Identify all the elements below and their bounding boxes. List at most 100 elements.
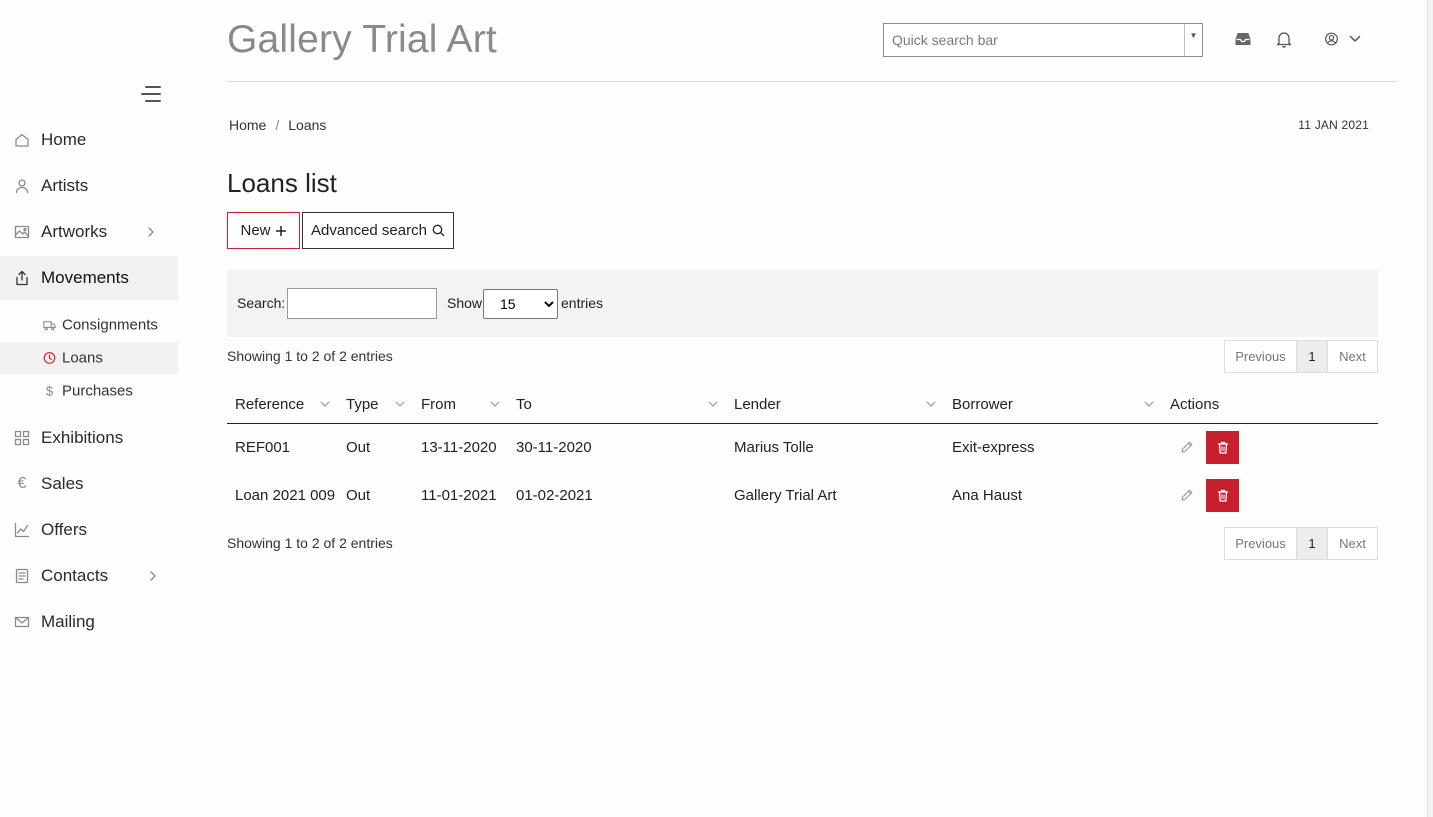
- sidebar-item-offers[interactable]: Offers: [0, 508, 178, 552]
- sidebar-subitem-label: Consignments: [62, 316, 158, 334]
- column-header-reference[interactable]: Reference: [227, 386, 338, 424]
- pencil-icon: [1181, 489, 1193, 501]
- cell-reference: Loan 2021 009: [235, 486, 336, 504]
- sidebar-item-exhibitions[interactable]: Exhibitions: [0, 416, 178, 460]
- sidebar-subitem-label: Loans: [62, 349, 103, 367]
- sidebar-item-home[interactable]: Home: [0, 118, 178, 162]
- column-header-from[interactable]: From: [413, 386, 508, 424]
- dollar-icon: $: [45, 383, 54, 399]
- pagination-page-1[interactable]: 1: [1297, 341, 1328, 372]
- column-header-actions: Actions: [1162, 386, 1378, 424]
- column-header-to[interactable]: To: [508, 386, 726, 424]
- sidebar-item-mailing[interactable]: Mailing: [0, 600, 178, 644]
- sort-chevron-icon: [490, 401, 500, 408]
- sidebar-item-label: Contacts: [41, 566, 109, 585]
- sidebar-item-artists[interactable]: Artists: [0, 164, 178, 208]
- sort-chevron-icon: [1144, 401, 1154, 408]
- sort-chevron-icon: [395, 401, 405, 408]
- table-row: REF001 Out 13-11-2020 30-11-2020 Marius …: [227, 423, 1378, 471]
- breadcrumb-home-link[interactable]: Home: [229, 117, 266, 133]
- sidebar-item-label: Sales: [41, 474, 84, 493]
- cell-to: 30-11-2020: [516, 438, 592, 456]
- advanced-search-label: Advanced search: [311, 222, 427, 239]
- pagination-previous-button[interactable]: Previous: [1225, 341, 1297, 372]
- page-size-select[interactable]: 15: [483, 289, 558, 319]
- search-icon: [432, 224, 445, 237]
- pencil-icon: [1181, 441, 1193, 453]
- pagination-next-button[interactable]: Next: [1328, 528, 1377, 559]
- cell-borrower: Ana Haust: [952, 486, 1023, 504]
- page-title: Loans list: [227, 168, 337, 198]
- sort-chevron-icon: [926, 401, 936, 408]
- chevron-down-icon[interactable]: [1349, 30, 1361, 48]
- breadcrumb: Home / Loans: [229, 117, 326, 133]
- sidebar-item-label: Artworks: [41, 222, 108, 241]
- bell-icon[interactable]: [1275, 30, 1293, 48]
- grid-icon: [14, 430, 30, 446]
- pagination-previous-button[interactable]: Previous: [1225, 528, 1297, 559]
- header-divider: [227, 81, 1397, 82]
- column-header-type[interactable]: Type: [338, 386, 413, 424]
- app-title: Gallery Trial Art: [227, 18, 497, 61]
- pagination-bottom: Previous 1 Next: [1224, 527, 1378, 560]
- new-loan-button[interactable]: New: [227, 212, 300, 249]
- trash-icon: [1217, 489, 1228, 502]
- sidebar-item-label: Artists: [41, 176, 89, 195]
- euro-icon: €: [17, 475, 27, 492]
- current-date: 11 JAN 2021: [1298, 118, 1369, 132]
- quick-search-dropdown-icon[interactable]: ▼: [1184, 24, 1202, 56]
- sort-chevron-icon: [320, 401, 330, 408]
- plus-icon: [275, 225, 286, 236]
- delete-button[interactable]: [1206, 478, 1239, 512]
- sidebar-toggle-menu-icon[interactable]: [139, 85, 161, 103]
- sidebar-item-label: Offers: [41, 520, 87, 539]
- cell-lender: Gallery Trial Art: [734, 486, 837, 504]
- sidebar-item-movements[interactable]: Movements: [0, 256, 178, 300]
- page-scrollbar[interactable]: [1427, 0, 1433, 817]
- loans-table: Reference Type From To Lender Borrower A…: [227, 386, 1378, 519]
- sidebar-item-artworks[interactable]: Artworks: [0, 210, 178, 254]
- column-header-borrower[interactable]: Borrower: [944, 386, 1162, 424]
- table-search-input[interactable]: [287, 288, 437, 319]
- inbox-icon[interactable]: [1234, 30, 1252, 48]
- sidebar-subitem-consignments[interactable]: Consignments: [0, 309, 178, 341]
- column-header-lender[interactable]: Lender: [726, 386, 944, 424]
- quick-search-bar[interactable]: ▼: [883, 23, 1203, 57]
- sidebar-item-label: Exhibitions: [41, 428, 124, 447]
- edit-button[interactable]: [1170, 479, 1204, 511]
- chevron-right-icon: [148, 227, 154, 237]
- cell-lender: Marius Tolle: [734, 438, 814, 456]
- table-header-row: Reference Type From To Lender Borrower A…: [227, 386, 1378, 424]
- cell-type: Out: [346, 438, 371, 456]
- pagination-next-button[interactable]: Next: [1328, 341, 1377, 372]
- user-account-icon[interactable]: [1324, 30, 1339, 48]
- cell-to: 01-02-2021: [516, 486, 593, 504]
- sidebar-item-sales[interactable]: € Sales: [0, 462, 178, 506]
- edit-button[interactable]: [1170, 431, 1204, 463]
- cell-from: 13-11-2020: [421, 438, 497, 456]
- show-label: Show: [447, 295, 483, 311]
- table-info-bottom: Showing 1 to 2 of 2 entries: [227, 535, 393, 551]
- new-button-label: New: [240, 222, 271, 239]
- delete-button[interactable]: [1206, 430, 1239, 464]
- sidebar-subitem-loans[interactable]: Loans: [0, 342, 178, 374]
- sidebar-item-label: Mailing: [41, 612, 95, 631]
- pagination-page-1[interactable]: 1: [1297, 528, 1328, 559]
- trash-icon: [1217, 441, 1228, 454]
- sidebar-item-label: Home: [41, 130, 87, 149]
- table-info-top: Showing 1 to 2 of 2 entries: [227, 348, 393, 364]
- cell-borrower: Exit-express: [952, 438, 1035, 456]
- cell-actions: [1162, 471, 1378, 519]
- table-filter-bar: Search: Show 15 entries: [227, 270, 1378, 337]
- cell-actions: [1162, 423, 1378, 471]
- contacts-icon: [15, 568, 29, 584]
- advanced-search-button[interactable]: Advanced search: [302, 212, 454, 249]
- breadcrumb-current: Loans: [288, 117, 327, 133]
- mail-icon: [14, 616, 30, 628]
- sidebar-item-contacts[interactable]: Contacts: [0, 554, 178, 598]
- sidebar-item-label: Movements: [41, 268, 129, 287]
- quick-search-input[interactable]: [884, 24, 1184, 56]
- chart-icon: [14, 522, 30, 538]
- truck-icon: [43, 321, 56, 331]
- sidebar-subitem-purchases[interactable]: $ Purchases: [0, 375, 178, 407]
